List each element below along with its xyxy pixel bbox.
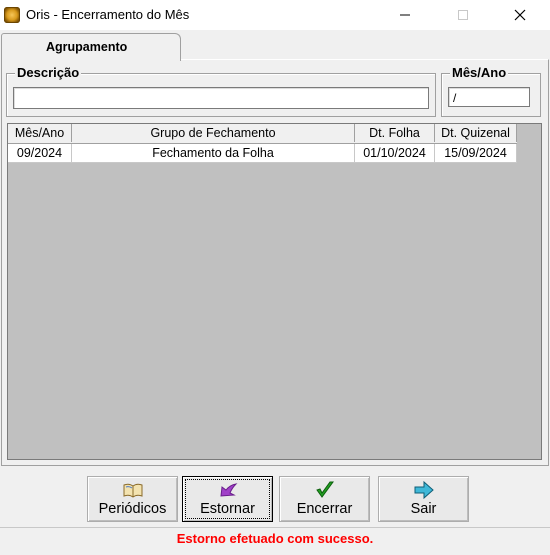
grid-header: Mês/Ano Grupo de Fechamento Dt. Folha Dt… bbox=[8, 124, 517, 144]
estornar-button[interactable]: Estornar bbox=[182, 476, 273, 522]
book-icon bbox=[123, 483, 142, 498]
cell-dt-quizenal: 15/09/2024 bbox=[435, 144, 517, 163]
minimize-button[interactable] bbox=[382, 0, 428, 30]
column-header-grupo[interactable]: Grupo de Fechamento bbox=[72, 124, 355, 142]
maximize-button[interactable] bbox=[440, 0, 486, 30]
maximize-icon bbox=[458, 10, 468, 20]
column-header-mes-ano[interactable]: Mês/Ano bbox=[8, 124, 72, 142]
mes-ano-group: Mês/Ano / bbox=[441, 65, 541, 117]
tab-agrupamento[interactable]: Agrupamento bbox=[1, 33, 181, 61]
close-button[interactable] bbox=[497, 0, 543, 30]
checkmark-icon bbox=[315, 481, 334, 498]
encerrar-button[interactable]: Encerrar bbox=[279, 476, 370, 522]
mes-ano-input[interactable]: / bbox=[448, 87, 530, 107]
table-row[interactable]: 09/2024 Fechamento da Folha 01/10/2024 1… bbox=[8, 144, 517, 163]
descricao-label: Descrição bbox=[15, 65, 82, 80]
undo-arrow-icon bbox=[219, 483, 237, 497]
estornar-label: Estornar bbox=[200, 501, 255, 517]
descricao-group: Descrição bbox=[6, 65, 436, 117]
window-title: Oris - Encerramento do Mês bbox=[26, 7, 190, 22]
exit-arrow-icon bbox=[414, 480, 434, 500]
app-icon bbox=[4, 7, 20, 23]
cell-grupo: Fechamento da Folha bbox=[72, 144, 355, 163]
title-bar: Oris - Encerramento do Mês bbox=[0, 0, 550, 30]
mes-ano-label: Mês/Ano bbox=[450, 65, 509, 80]
column-header-dt-quizenal[interactable]: Dt. Quizenal bbox=[435, 124, 517, 142]
column-header-dt-folha[interactable]: Dt. Folha bbox=[355, 124, 435, 142]
status-divider bbox=[0, 527, 550, 528]
fechamento-grid[interactable]: Mês/Ano Grupo de Fechamento Dt. Folha Dt… bbox=[7, 123, 542, 460]
close-icon bbox=[514, 9, 526, 21]
status-message: Estorno efetuado com sucesso. bbox=[176, 531, 374, 546]
tab-label: Agrupamento bbox=[46, 40, 128, 54]
periodicos-button[interactable]: Periódicos bbox=[87, 476, 178, 522]
sair-label: Sair bbox=[410, 501, 437, 517]
cell-mes-ano: 09/2024 bbox=[8, 144, 72, 163]
periodicos-label: Periódicos bbox=[98, 501, 167, 517]
sair-button[interactable]: Sair bbox=[378, 476, 469, 522]
descricao-input[interactable] bbox=[13, 87, 429, 109]
minimize-icon bbox=[400, 14, 410, 16]
encerrar-label: Encerrar bbox=[296, 501, 353, 517]
cell-dt-folha: 01/10/2024 bbox=[355, 144, 435, 163]
